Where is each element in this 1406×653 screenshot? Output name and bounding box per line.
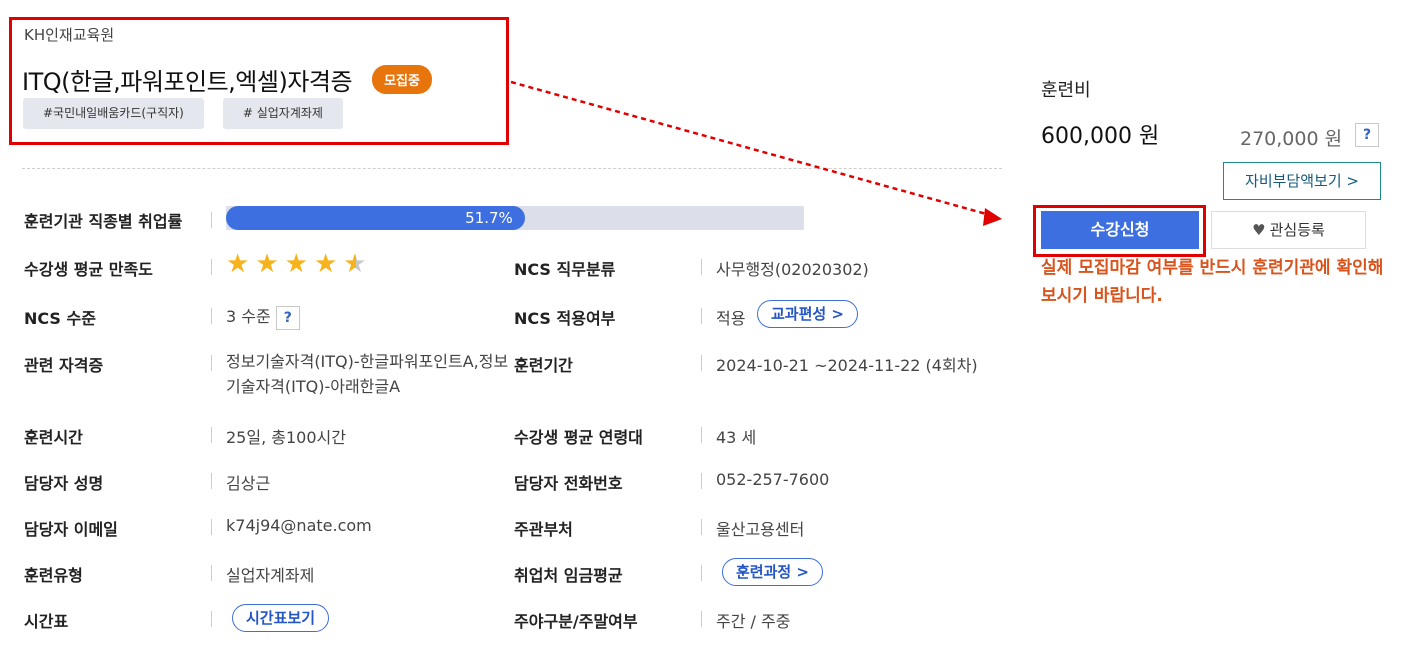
help-icon[interactable]: ?	[275, 305, 300, 330]
notice-text: 실제 모집마감 여부를 반드시 훈련기관에 확인해보시기 바랍니다.	[1041, 258, 1384, 306]
manager-value: 김상근	[226, 474, 271, 493]
arrow-line	[510, 80, 991, 217]
schedule-label: 시간표	[24, 612, 69, 631]
hours-label: 훈련시간	[24, 428, 83, 447]
employment-rate-fill: 51.7%	[226, 206, 525, 230]
cert-label: 관련 자격증	[24, 356, 104, 375]
ncs-level: 3 수준 ?	[226, 303, 300, 330]
email-label: 담당자 이메일	[24, 520, 118, 539]
ncs-applied-value: 적용	[716, 309, 746, 328]
separator	[211, 519, 212, 535]
half-star-icon: ★	[343, 249, 367, 279]
fee-original: 600,000 원	[1041, 124, 1160, 149]
daynight-value: 주간 / 주중	[716, 612, 791, 631]
separator	[701, 308, 702, 324]
period-value: 2024-10-21 ~2024-11-22 (4회차)	[716, 356, 978, 375]
schedule-button[interactable]: 시간표보기	[232, 604, 330, 632]
dept-label: 주관부처	[514, 520, 573, 539]
like-button-label: 관심등록	[1269, 221, 1325, 239]
heart-icon: ♥	[1252, 221, 1266, 239]
separator	[701, 565, 702, 581]
separator	[211, 565, 212, 581]
type-value: 실업자계좌제	[226, 566, 315, 585]
hours-value: 25일, 총100시간	[226, 428, 346, 447]
period-label: 훈련기간	[514, 356, 573, 375]
fee-help: ?	[1355, 123, 1379, 147]
ncs-level-label: NCS 수준	[24, 309, 96, 328]
age-label: 수강생 평균 연령대	[514, 428, 643, 447]
arrow-head	[983, 208, 1002, 226]
star-icon: ★	[255, 249, 279, 279]
like-button[interactable]: ♥ 관심등록	[1211, 211, 1366, 249]
type-label: 훈련유형	[24, 566, 83, 585]
separator	[211, 473, 212, 489]
wage-label: 취업처 임금평균	[514, 566, 623, 585]
fee-self: 270,000 원	[1240, 128, 1343, 150]
help-icon[interactable]: ?	[1355, 123, 1379, 147]
satisfaction-stars: ★ ★ ★ ★ ★	[226, 250, 367, 278]
employment-rate-bar: 51.7%	[226, 206, 804, 230]
curriculum-button[interactable]: 교과편성 >	[757, 300, 858, 328]
ncs-applied-label: NCS 적용여부	[514, 309, 616, 328]
age-value: 43 세	[716, 428, 757, 447]
separator	[211, 212, 212, 228]
separator	[701, 259, 702, 275]
separator	[701, 473, 702, 489]
separator	[701, 519, 702, 535]
star-icon: ★	[226, 249, 250, 279]
star-icon: ★	[313, 249, 338, 279]
separator	[701, 427, 702, 443]
daynight-label: 주야구분/주말여부	[514, 612, 638, 631]
star-icon: ★	[284, 249, 308, 279]
ncs-category-label: NCS 직무분류	[514, 260, 616, 279]
phone-label: 담당자 전화번호	[514, 474, 623, 493]
copay-button[interactable]: 자비부담액보기 >	[1223, 162, 1381, 200]
separator	[701, 355, 702, 371]
satisfaction-label: 수강생 평균 만족도	[24, 260, 153, 279]
separator	[211, 259, 212, 275]
highlight-box-title	[9, 17, 509, 145]
cert-value: 정보기술자격(ITQ)-한글파워포인트A,정보기술자격(ITQ)-아래한글A	[226, 352, 509, 396]
separator	[211, 427, 212, 443]
employment-rate-label: 훈련기관 직종별 취업률	[24, 212, 183, 231]
separator	[211, 355, 212, 371]
separator	[211, 308, 212, 324]
course-button[interactable]: 훈련과정 >	[722, 558, 823, 586]
dept-value: 울산고용센터	[716, 520, 805, 539]
email-value: k74j94@nate.com	[226, 516, 372, 535]
highlight-box-apply	[1033, 205, 1206, 257]
ncs-level-value: 3 수준	[226, 307, 271, 326]
manager-label: 담당자 성명	[24, 474, 104, 493]
separator	[211, 611, 212, 627]
dashed-divider	[22, 168, 1002, 169]
separator	[701, 611, 702, 627]
ncs-category-value: 사무행정(02020302)	[716, 260, 869, 279]
phone-value: 052-257-7600	[716, 470, 830, 489]
fee-label: 훈련비	[1041, 80, 1091, 101]
